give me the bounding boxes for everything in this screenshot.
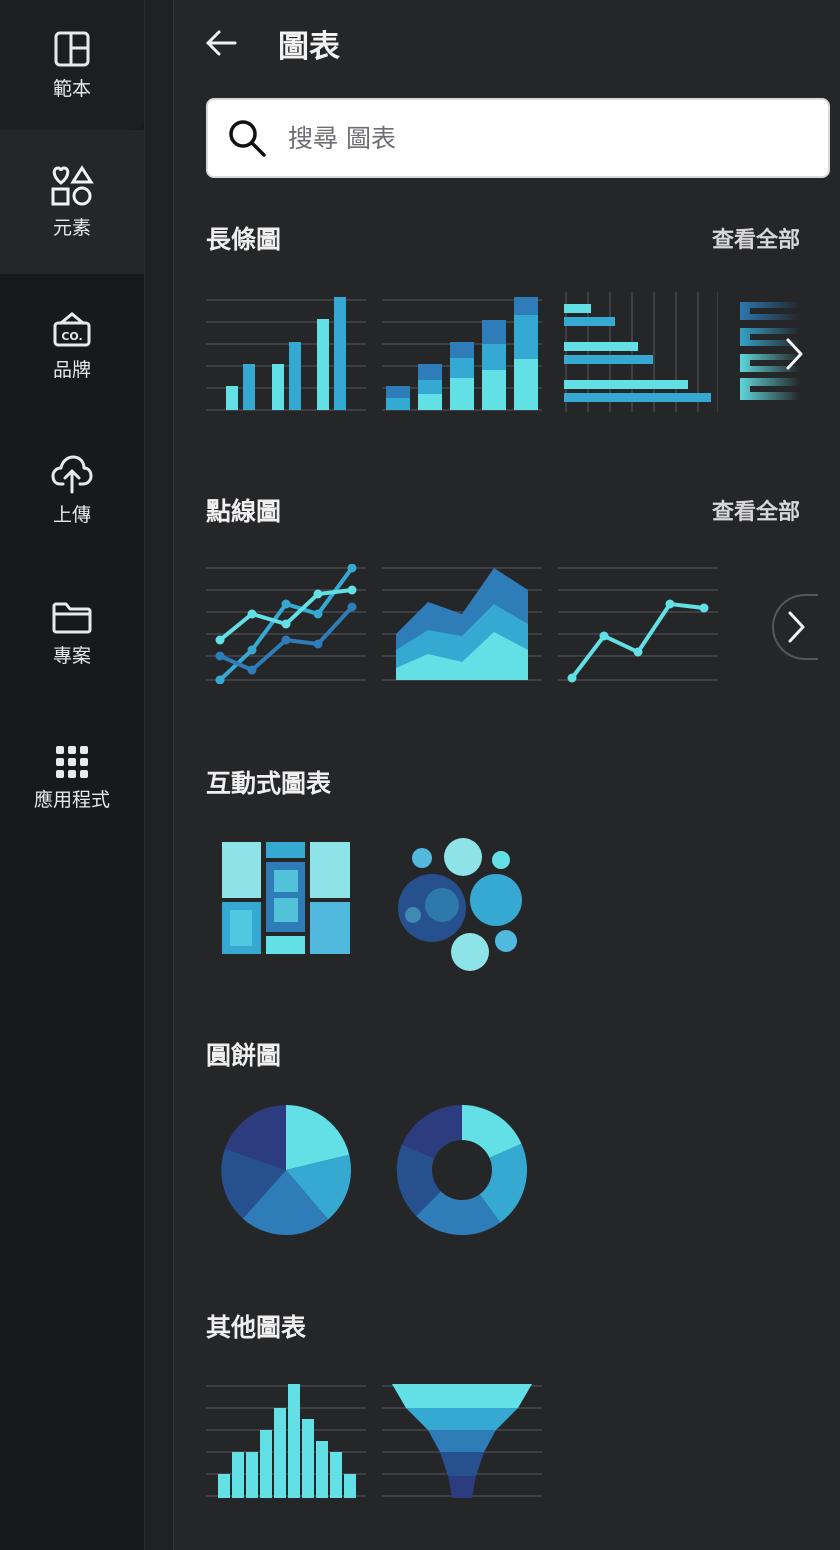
area-chart-thumbnail[interactable]: [382, 564, 542, 684]
rail-label: 元素: [52, 216, 91, 239]
rail-item-projects[interactable]: 專案: [0, 562, 144, 706]
funnel-chart-thumbnail[interactable]: [382, 1380, 542, 1500]
side-rail: 範本 元素 CO. 品牌 上傳 專案 應用程式: [0, 0, 144, 1550]
pie-chart-thumbnail[interactable]: [220, 1104, 352, 1236]
charts-panel: 圖表 長條圖 查看全部: [174, 0, 840, 1550]
stacked-bar-chart-thumbnail[interactable]: [382, 292, 542, 412]
donut-chart-thumbnail[interactable]: [396, 1104, 528, 1236]
panel-header: 圖表: [204, 18, 340, 68]
rail-item-elements[interactable]: 元素: [0, 130, 144, 274]
histogram-chart-thumbnail[interactable]: [206, 1380, 366, 1500]
rail-label: 範本: [52, 77, 91, 100]
section-title-pie: 圓餅圖: [206, 1041, 282, 1070]
rail-item-apps[interactable]: 應用程式: [0, 706, 144, 850]
folder-icon: [52, 602, 92, 633]
search-input[interactable]: [286, 122, 828, 154]
see-all-line-link[interactable]: 查看全部: [712, 494, 800, 526]
section-title-other: 其他圖表: [206, 1313, 307, 1342]
bar-chart-thumbnail[interactable]: [206, 292, 366, 412]
rail-item-templates[interactable]: 範本: [0, 0, 144, 130]
rail-item-uploads[interactable]: 上傳: [0, 418, 144, 562]
section-title-line: 點線圖: [206, 497, 282, 526]
line-next-button[interactable]: [772, 594, 818, 660]
section-title-interactive: 互動式圖表: [206, 769, 332, 798]
page-title: 圖表: [278, 28, 340, 65]
bar-next-button[interactable]: [774, 330, 814, 378]
horizontal-bar-chart-thumbnail[interactable]: [558, 292, 718, 412]
svg-text:CO.: CO.: [61, 330, 82, 343]
bubble-chart-thumbnail[interactable]: [396, 836, 526, 976]
chevron-right-icon: [786, 338, 803, 370]
rail-label: 專案: [52, 644, 91, 667]
multi-line-chart-thumbnail[interactable]: [206, 564, 366, 684]
search-icon: [229, 120, 266, 157]
rail-label: 應用程式: [33, 788, 110, 811]
rail-item-brand[interactable]: CO. 品牌: [0, 274, 144, 418]
apps-grid-icon: [56, 745, 88, 778]
elements-icon: [51, 164, 94, 205]
chevron-right-icon: [788, 611, 805, 643]
template-icon: [54, 31, 90, 66]
see-all-bar-link[interactable]: 查看全部: [712, 222, 800, 254]
panel-resize-handle[interactable]: [144, 0, 174, 1550]
section-title-bar: 長條圖: [206, 225, 282, 254]
treemap-chart-thumbnail[interactable]: [222, 840, 350, 956]
line-chart-thumbnail[interactable]: [558, 564, 718, 684]
arrow-left-icon: [206, 30, 237, 56]
back-button[interactable]: [204, 18, 256, 68]
upload-icon: [51, 455, 93, 493]
rail-label: 品牌: [52, 358, 91, 381]
brand-icon: CO.: [53, 311, 91, 346]
rail-label: 上傳: [52, 503, 91, 526]
search-box[interactable]: [206, 98, 830, 178]
